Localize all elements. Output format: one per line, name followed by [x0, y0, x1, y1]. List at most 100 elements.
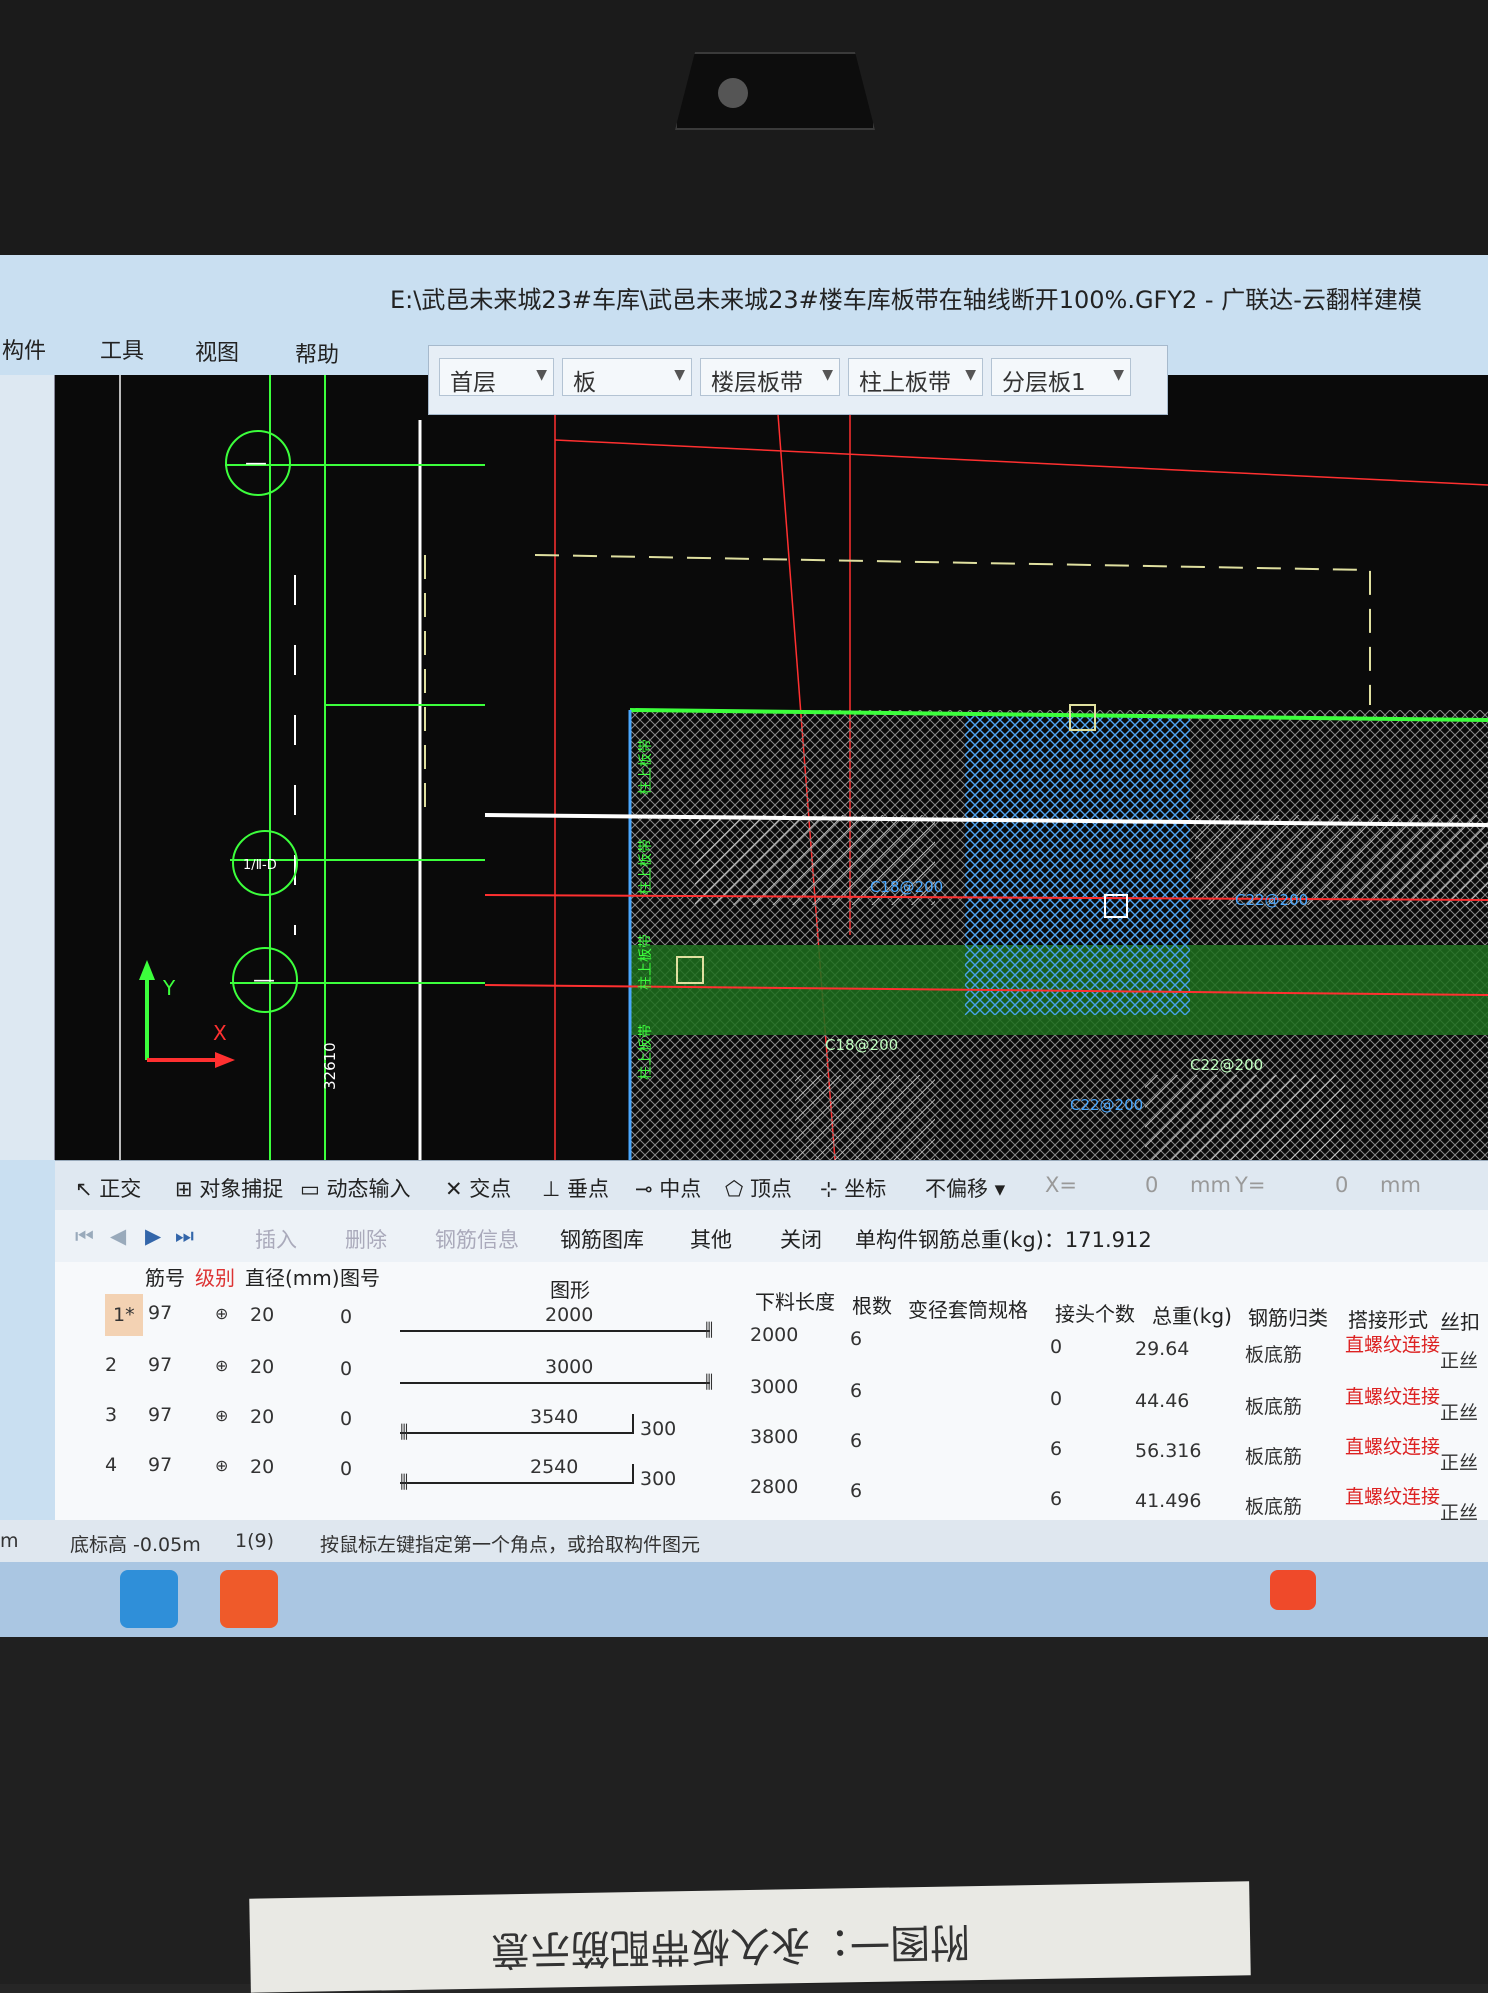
cell-cut-length[interactable]: 2000: [750, 1324, 798, 1346]
cell-grade[interactable]: ⊕: [215, 1304, 228, 1323]
hatch-area: [795, 1075, 935, 1160]
other-menu-button[interactable]: 其他: [690, 1224, 732, 1254]
cell-bar-number[interactable]: 97: [148, 1354, 172, 1376]
x-unit-label: mm: [1190, 1173, 1231, 1197]
cell-thread[interactable]: 正丝: [1440, 1448, 1478, 1475]
cell-category[interactable]: 板底筋: [1245, 1442, 1302, 1469]
axis-bubble-label: 1/Ⅱ-D: [243, 858, 277, 873]
cell-bar-number[interactable]: 97: [148, 1404, 172, 1426]
slab-strip-blue[interactable]: [965, 715, 1190, 1015]
rebar-label: C18@200: [870, 878, 943, 896]
perpendicular-snap[interactable]: ⊥ 垂点: [542, 1173, 609, 1203]
cell-lap-type[interactable]: 直螺纹连接: [1345, 1388, 1455, 1407]
cell-lap-type[interactable]: 直螺纹连接: [1345, 1488, 1455, 1507]
component-name-select[interactable]: 柱上板带 ▼: [848, 358, 983, 396]
rebar-line: [400, 1482, 632, 1484]
cell-weight[interactable]: 29.64: [1135, 1338, 1189, 1360]
cell-grade[interactable]: ⊕: [215, 1356, 228, 1375]
col-header: 丝扣: [1440, 1310, 1480, 1334]
cell-cut-length[interactable]: 3800: [750, 1426, 798, 1448]
x-coordinate-input[interactable]: 0: [1145, 1173, 1158, 1197]
y-coordinate-input[interactable]: 0: [1335, 1173, 1348, 1197]
cell-rebar-shape[interactable]: ⫼ 3000: [400, 1356, 720, 1394]
menu-item-tools[interactable]: 工具: [100, 333, 144, 365]
cell-bar-number[interactable]: 97: [148, 1302, 172, 1324]
cell-bar-number[interactable]: 97: [148, 1454, 172, 1476]
cell-category[interactable]: 板底筋: [1245, 1392, 1302, 1419]
cell-diameter[interactable]: 20: [250, 1356, 274, 1378]
prev-record-icon[interactable]: ◀: [110, 1224, 126, 1248]
rebar-label: C22@200: [1235, 891, 1308, 909]
cell-diameter[interactable]: 20: [250, 1456, 274, 1478]
cad-drawing[interactable]: — 1/Ⅱ-D — 32610 Y X C18@200 C22@200 C18@…: [55, 375, 1488, 1160]
cell-rebar-shape[interactable]: ⫼ 2000: [400, 1304, 720, 1342]
cell-rebar-shape[interactable]: ⫼ 3540 300: [400, 1406, 720, 1444]
hatch-area: [1145, 1075, 1345, 1160]
cell-weight[interactable]: 41.496: [1135, 1490, 1201, 1512]
intersection-snap[interactable]: ✕ 交点: [445, 1173, 511, 1203]
rebar-info-button[interactable]: 钢筋信息: [435, 1224, 519, 1254]
col-header: 根数: [852, 1294, 892, 1318]
axis-bubble-label: —: [253, 968, 275, 993]
midpoint-snap[interactable]: ⊸ 中点: [635, 1173, 701, 1203]
cell-count[interactable]: 6: [850, 1328, 862, 1350]
cell-figure-no[interactable]: 0: [340, 1458, 352, 1480]
floor-select[interactable]: 首层 ▼: [439, 358, 554, 396]
component-type-select[interactable]: 板 ▼: [562, 358, 692, 396]
cell-joints[interactable]: 6: [1050, 1488, 1062, 1510]
menu-item-help[interactable]: 帮助: [295, 337, 339, 369]
status-elevation: 底标高 -0.05m: [70, 1534, 201, 1556]
taskbar-app-icon[interactable]: [120, 1570, 178, 1628]
ortho-toggle[interactable]: ↖ 正交: [75, 1173, 141, 1203]
cell-cut-length[interactable]: 3000: [750, 1376, 798, 1398]
cell-thread[interactable]: 正丝: [1440, 1346, 1478, 1373]
rebar-table: 筋号 级别 直径(mm) 图号 图形 下料长度 根数 变径套筒规格 接头个数 总…: [55, 1262, 1488, 1524]
cell-grade[interactable]: ⊕: [215, 1406, 228, 1425]
cell-category[interactable]: 板底筋: [1245, 1340, 1302, 1367]
taskbar-app-icon[interactable]: [220, 1570, 278, 1628]
cell-diameter[interactable]: 20: [250, 1304, 274, 1326]
cell-joints[interactable]: 0: [1050, 1336, 1062, 1358]
cell-lap-type[interactable]: 直螺纹连接: [1345, 1438, 1455, 1457]
insert-button[interactable]: 插入: [255, 1224, 297, 1254]
strip-label: 柱上板带: [638, 839, 654, 895]
cell-count[interactable]: 6: [850, 1430, 862, 1452]
cell-count[interactable]: 6: [850, 1480, 862, 1502]
cell-figure-no[interactable]: 0: [340, 1408, 352, 1430]
cell-weight[interactable]: 56.316: [1135, 1440, 1201, 1462]
close-button[interactable]: 关闭: [780, 1224, 822, 1254]
cell-joints[interactable]: 6: [1050, 1438, 1062, 1460]
last-record-icon[interactable]: ⏭: [175, 1224, 194, 1249]
object-snap-toggle[interactable]: ⊞ 对象捕捉: [175, 1173, 283, 1203]
cell-category[interactable]: 板底筋: [1245, 1492, 1302, 1519]
rebar-library-button[interactable]: 钢筋图库: [560, 1224, 644, 1254]
cell-joints[interactable]: 0: [1050, 1388, 1062, 1410]
cad-canvas[interactable]: — 1/Ⅱ-D — 32610 Y X C18@200 C22@200 C18@…: [55, 375, 1488, 1160]
dynamic-input-toggle[interactable]: ▭ 动态输入: [300, 1173, 411, 1203]
delete-button[interactable]: 删除: [345, 1224, 387, 1254]
menu-item-component[interactable]: 构件: [2, 333, 46, 365]
vertex-snap[interactable]: ⬠ 顶点: [725, 1173, 792, 1203]
col-header: 直径(mm): [245, 1266, 340, 1290]
layer-select[interactable]: 分层板1 ▼: [991, 358, 1131, 396]
cell-thread[interactable]: 正丝: [1440, 1398, 1478, 1425]
cell-rebar-shape[interactable]: ⫼ 2540 300: [400, 1456, 720, 1494]
rebar-line: [400, 1330, 710, 1332]
offset-select[interactable]: 不偏移 ▾: [925, 1173, 1005, 1203]
first-record-icon[interactable]: ⏮: [75, 1224, 94, 1249]
cell-diameter[interactable]: 20: [250, 1406, 274, 1428]
cell-lap-type[interactable]: 直螺纹连接: [1345, 1336, 1455, 1355]
thread-end-icon: ⫼: [705, 1320, 714, 1341]
cell-figure-no[interactable]: 0: [340, 1306, 352, 1328]
next-record-icon[interactable]: ▶: [145, 1224, 161, 1248]
cell-figure-no[interactable]: 0: [340, 1358, 352, 1380]
coordinate-snap[interactable]: ⊹ 坐标: [820, 1173, 886, 1203]
rebar-label: C22@200: [1070, 1096, 1143, 1114]
component-category-select[interactable]: 楼层板带 ▼: [700, 358, 840, 396]
cell-cut-length[interactable]: 2800: [750, 1476, 798, 1498]
cell-grade[interactable]: ⊕: [215, 1456, 228, 1475]
input-method-icon[interactable]: [1270, 1570, 1316, 1610]
cell-count[interactable]: 6: [850, 1380, 862, 1402]
menu-item-view[interactable]: 视图: [195, 335, 239, 367]
cell-weight[interactable]: 44.46: [1135, 1390, 1189, 1412]
